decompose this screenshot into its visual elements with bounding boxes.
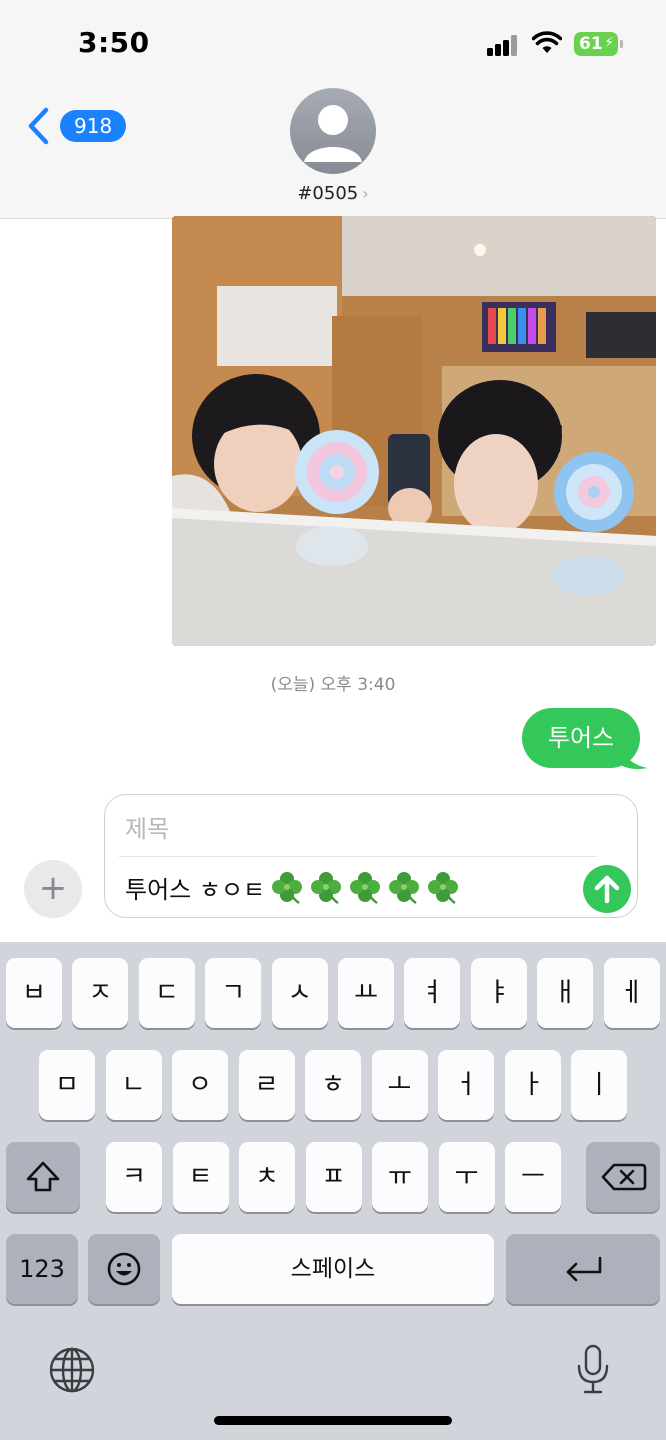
contact-avatar[interactable] [290, 88, 376, 174]
key-9[interactable]: ㅣ [571, 1050, 627, 1120]
plus-icon: + [38, 868, 68, 908]
battery-icon: 61 ⚡ [574, 32, 618, 56]
battery-cap [620, 40, 623, 48]
subject-field[interactable]: 제목 [125, 809, 169, 844]
unread-count-badge: 918 [60, 110, 127, 142]
key-1[interactable]: ㅂ [6, 958, 62, 1028]
clover-icon [350, 872, 381, 905]
shift-icon [26, 1161, 60, 1192]
key-7[interactable]: ㅓ [438, 1050, 494, 1120]
key-8[interactable]: ㅏ [504, 1050, 561, 1120]
key-4[interactable]: ㄱ [205, 958, 262, 1028]
key-7[interactable]: ㅕ [404, 958, 461, 1028]
key-7[interactable]: ㅡ [505, 1142, 561, 1212]
person-icon [304, 105, 362, 162]
shift-key[interactable] [6, 1142, 80, 1212]
key-6[interactable]: ㅛ [338, 958, 394, 1028]
message-body-text: 투어스 ㅎㅇㅌ [125, 875, 266, 904]
korean-keyboard: ㅂㅈㄷㄱㅅㅛㅕㅑㅐㅔ ㅁㄴㅇㄹㅎㅗㅓㅏㅣ ㅋㅌㅊㅍㅠㅜㅡ 123 스페이스 [0, 942, 666, 1440]
key-6[interactable]: ㅗ [371, 1050, 428, 1120]
key-3[interactable]: ㄷ [138, 958, 195, 1028]
clover-icon [272, 872, 303, 905]
key-4[interactable]: ㅍ [305, 1142, 362, 1212]
key-5[interactable]: ㅎ [305, 1050, 361, 1120]
message-compose-field[interactable]: 제목 투어스 ㅎㅇㅌ [104, 794, 638, 918]
back-chevron-icon [28, 107, 49, 145]
emoji-key[interactable] [88, 1234, 160, 1304]
delete-key[interactable] [586, 1142, 660, 1212]
key-5[interactable]: ㅅ [271, 958, 328, 1028]
key-4[interactable]: ㄹ [238, 1050, 295, 1120]
key-9[interactable]: ㅐ [537, 958, 594, 1028]
clover-icon [428, 872, 459, 905]
clover-icon [389, 872, 420, 905]
photo-attachment[interactable] [172, 216, 656, 646]
emoji-icon [107, 1252, 141, 1286]
send-arrow-icon [594, 875, 620, 904]
key-1[interactable]: ㅋ [106, 1142, 162, 1212]
home-indicator[interactable] [214, 1416, 452, 1425]
key-2[interactable]: ㄴ [105, 1050, 162, 1120]
key-8[interactable]: ㅑ [470, 958, 527, 1028]
back-button[interactable]: 918 [26, 106, 127, 146]
key-2[interactable]: ㅌ [172, 1142, 229, 1212]
status-time: 3:50 [78, 26, 150, 59]
contact-name-text: #0505 [297, 183, 359, 204]
message-body-input[interactable]: 투어스 ㅎㅇㅌ [125, 869, 464, 905]
charging-bolt-icon: ⚡ [604, 35, 614, 51]
delete-icon [601, 1163, 647, 1191]
wifi-icon [532, 31, 562, 53]
photo-image [172, 216, 656, 646]
message-timestamp: (오늘) 오후 3:40 [270, 675, 396, 695]
plus-button[interactable]: + [24, 860, 82, 918]
key-3[interactable]: ㅇ [172, 1050, 228, 1120]
compose-divider [119, 856, 597, 857]
chevron-right-icon: › [362, 184, 369, 203]
return-key[interactable] [506, 1234, 660, 1304]
key-2[interactable]: ㅈ [72, 958, 129, 1028]
bubble-tail [614, 746, 648, 769]
key-6[interactable]: ㅜ [438, 1142, 495, 1212]
send-button[interactable] [583, 865, 631, 913]
key-1[interactable]: ㅁ [39, 1050, 95, 1120]
clover-emoji-group [269, 869, 464, 905]
microphone-icon[interactable] [576, 1344, 610, 1396]
return-icon [566, 1256, 602, 1282]
signal-icon [487, 34, 519, 56]
key-5[interactable]: ㅠ [372, 1142, 428, 1212]
numbers-key[interactable]: 123 [6, 1234, 78, 1304]
key-10[interactable]: ㅔ [603, 958, 660, 1028]
clover-icon [311, 872, 342, 905]
contact-name[interactable]: #0505 › [0, 183, 666, 204]
space-key[interactable]: 스페이스 [172, 1234, 494, 1304]
key-3[interactable]: ㅊ [239, 1142, 295, 1212]
globe-icon[interactable] [48, 1346, 96, 1394]
conversation-header: 3:50 61 ⚡ 918 #0505 › [0, 0, 666, 219]
